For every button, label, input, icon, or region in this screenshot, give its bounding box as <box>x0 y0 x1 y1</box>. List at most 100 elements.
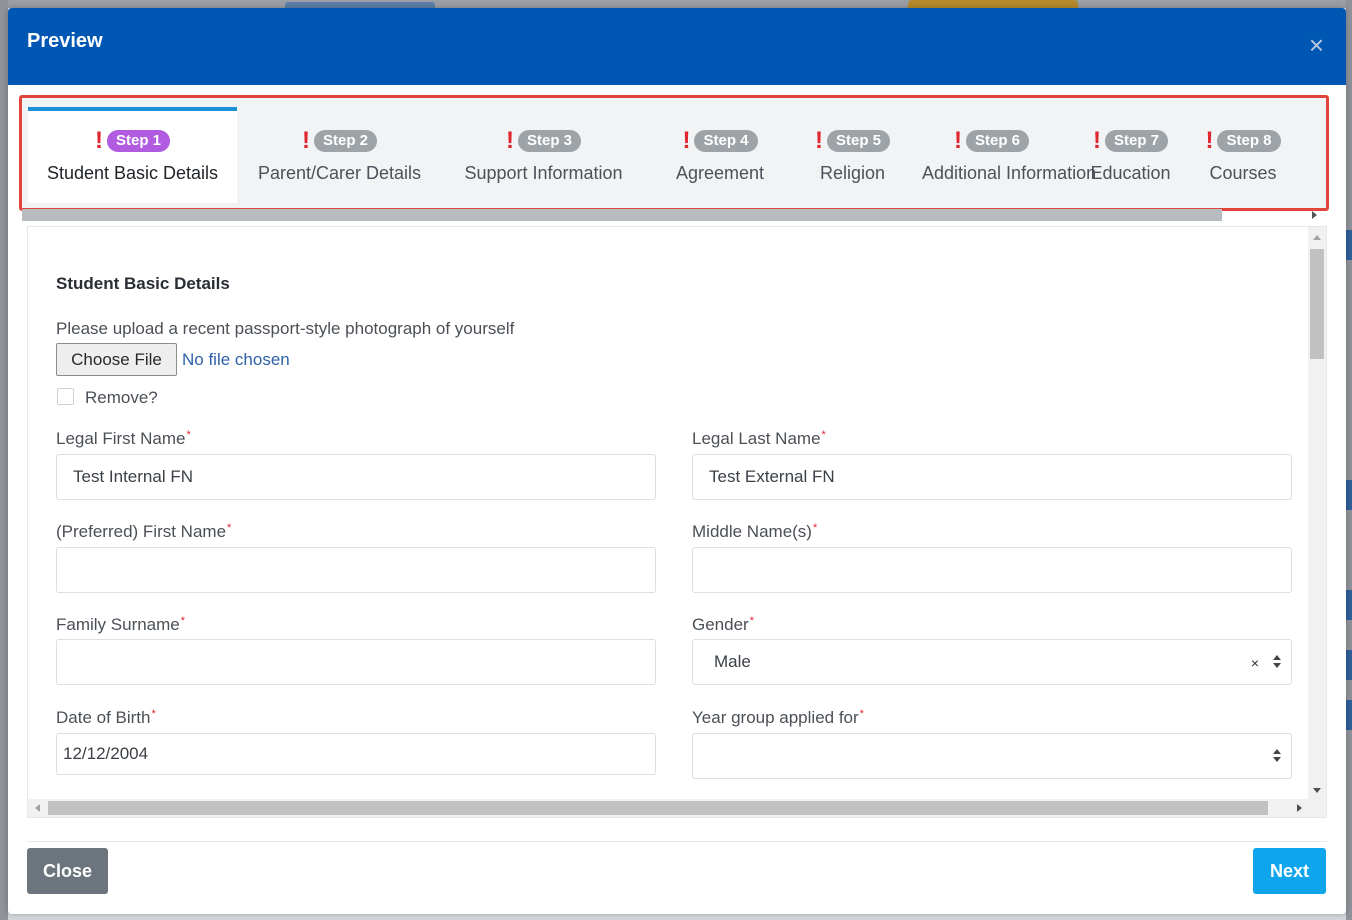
vertical-scrollbar[interactable] <box>1308 227 1326 799</box>
clear-selection-icon[interactable]: × <box>1251 641 1259 685</box>
year-group-label: Year group applied for* <box>692 708 864 728</box>
step-badge: Step 6 <box>965 130 1029 152</box>
required-mark: * <box>151 708 156 720</box>
tabs-scrollbar[interactable] <box>22 209 1222 221</box>
tab-step-5[interactable]: ! Step 5 Religion <box>795 107 910 203</box>
horizontal-scrollbar[interactable] <box>28 799 1326 817</box>
date-of-birth-input[interactable]: 12/12/2004 <box>56 733 656 775</box>
step-badge: Step 3 <box>517 130 581 152</box>
middle-names-input[interactable] <box>692 547 1292 593</box>
legal-first-name-label: Legal First Name* <box>56 429 191 449</box>
scrollbar-thumb[interactable] <box>48 801 1268 815</box>
tab-badge-row: ! Step 5 <box>807 129 898 153</box>
tab-label: Education <box>1090 163 1171 183</box>
warning-icon: ! <box>814 127 823 154</box>
year-group-select[interactable] <box>692 733 1292 779</box>
scroll-left-icon[interactable] <box>35 804 40 812</box>
warning-icon: ! <box>505 127 514 154</box>
scrollbar-thumb[interactable] <box>1310 249 1324 359</box>
gender-select[interactable]: Male × <box>692 639 1292 685</box>
label-text: Date of Birth <box>56 708 151 727</box>
modal-title: Preview <box>27 30 103 52</box>
required-mark: * <box>821 429 826 441</box>
tab-label: Parent/Carer Details <box>257 163 422 183</box>
tab-step-7[interactable]: ! Step 7 Education <box>1073 107 1188 203</box>
select-arrows-icon <box>1273 653 1281 671</box>
remove-checkbox[interactable] <box>57 388 74 405</box>
warning-icon: ! <box>301 127 310 154</box>
step-badge: Step 7 <box>1104 130 1168 152</box>
warning-icon: ! <box>682 127 691 154</box>
tab-badge-row: ! Step 4 <box>657 129 783 153</box>
close-icon[interactable]: × <box>1309 32 1324 58</box>
required-mark: * <box>859 708 864 720</box>
background-element <box>908 0 1078 8</box>
select-arrows-icon <box>1273 747 1281 765</box>
tabs-scroll-right-icon[interactable] <box>1312 211 1317 219</box>
tab-badge-row: ! Step 2 <box>249 129 430 153</box>
label-text: Gender <box>692 615 749 634</box>
legal-first-name-input[interactable]: Test Internal FN <box>56 454 656 500</box>
step-badge: Step 2 <box>313 130 377 152</box>
background-left-strip <box>0 0 8 920</box>
warning-icon: ! <box>94 127 103 154</box>
preferred-first-name-input[interactable] <box>56 547 656 593</box>
preview-modal: Preview × ! Step 1 Student Basic Details! S… <box>8 8 1346 914</box>
next-button[interactable]: Next <box>1253 848 1326 894</box>
tab-step-8[interactable]: ! Step 8 Courses <box>1188 107 1298 203</box>
label-text: Legal First Name <box>56 429 186 448</box>
family-surname-label: Family Surname* <box>56 615 185 635</box>
form-content: Student Basic Details Please upload a re… <box>27 226 1327 818</box>
close-button[interactable]: Close <box>27 848 108 894</box>
background-top-bar <box>0 0 1352 8</box>
tab-badge-row: ! Step 8 <box>1200 129 1286 153</box>
gender-selected-value: Male <box>714 652 751 671</box>
warning-icon: ! <box>1092 127 1101 154</box>
section-title: Student Basic Details <box>56 274 230 293</box>
scroll-down-icon[interactable] <box>1313 788 1321 793</box>
tab-label: Student Basic Details <box>46 163 219 183</box>
tab-badge-row: ! Step 1 <box>40 129 225 153</box>
gender-label: Gender* <box>692 615 754 635</box>
background-element <box>1346 480 1352 510</box>
required-mark: * <box>812 522 818 534</box>
family-surname-input[interactable] <box>56 639 656 685</box>
step-badge: Step 4 <box>694 130 758 152</box>
step-tabs: ! Step 1 Student Basic Details! Step 2 Paren… <box>28 107 1313 203</box>
choose-file-button[interactable]: Choose File <box>56 343 177 376</box>
preferred-first-name-label: (Preferred) First Name* <box>56 522 231 542</box>
modal-header: Preview × <box>8 8 1346 85</box>
date-of-birth-label: Date of Birth* <box>56 708 156 728</box>
no-file-chosen-text: No file chosen <box>182 350 290 369</box>
scroll-right-icon[interactable] <box>1297 804 1302 812</box>
required-mark: * <box>227 522 232 534</box>
required-mark: * <box>749 615 754 627</box>
footer-divider <box>27 841 1327 842</box>
tab-step-1[interactable]: ! Step 1 Student Basic Details <box>28 107 237 203</box>
tab-step-3[interactable]: ! Step 3 Support Information <box>442 107 645 203</box>
legal-last-name-input[interactable]: Test External FN <box>692 454 1292 500</box>
label-text: Family Surname <box>56 615 180 634</box>
remove-label: Remove? <box>85 388 158 407</box>
warning-icon: ! <box>953 127 962 154</box>
background-element <box>1346 650 1352 680</box>
tab-step-4[interactable]: ! Step 4 Agreement <box>645 107 795 203</box>
step-badge: Step 8 <box>1217 130 1281 152</box>
label-text: Legal Last Name <box>692 429 821 448</box>
tab-label: Courses <box>1209 163 1277 183</box>
label-text: (Preferred) First Name <box>56 522 227 541</box>
required-mark: * <box>186 429 191 441</box>
legal-last-name-label: Legal Last Name* <box>692 429 826 449</box>
background-right-strip <box>1346 0 1352 920</box>
tab-label: Agreement <box>675 163 765 183</box>
tab-label: Support Information <box>464 163 623 183</box>
tab-label: Religion <box>819 163 886 183</box>
tab-step-6[interactable]: ! Step 6 Additional Information <box>910 107 1096 203</box>
label-text: Year group applied for <box>692 708 859 727</box>
scroll-up-icon[interactable] <box>1313 235 1321 240</box>
tab-badge-row: ! Step 6 <box>922 129 1061 153</box>
middle-names-label: Middle Name(s)* <box>692 522 817 542</box>
background-element <box>1346 700 1352 730</box>
tab-step-2[interactable]: ! Step 2 Parent/Carer Details <box>237 107 442 203</box>
step-badge: Step 1 <box>106 130 170 152</box>
